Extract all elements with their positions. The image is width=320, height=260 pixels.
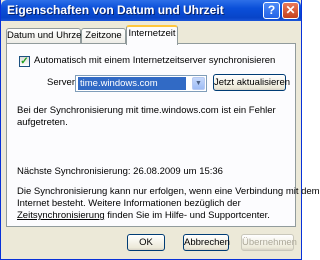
- info-line2: Internet besteht. Weitere Informationen …: [17, 198, 241, 209]
- auto-sync-checkbox[interactable]: ✓: [19, 56, 30, 67]
- ok-button[interactable]: OK: [127, 234, 165, 251]
- server-label: Server:: [47, 77, 78, 88]
- server-combobox[interactable]: time.windows.com ▼: [75, 75, 207, 92]
- tab-internet-time[interactable]: Internetzeit: [126, 25, 178, 45]
- tab-strip: Datum und Uhrzeit Zeitzone Internetzeit: [6, 25, 298, 45]
- cancel-button[interactable]: Abbrechen: [183, 234, 230, 251]
- info-line1: Die Synchronisierung kann nur erfolgen, …: [17, 186, 320, 197]
- next-sync-text: Nächste Synchronisierung: 26.08.2009 um …: [17, 166, 223, 177]
- dialog-window: Eigenschaften von Datum und Uhrzeit ? ✕ …: [0, 0, 320, 260]
- internet-time-panel: ✓ Automatisch mit einem Internetzeitserv…: [6, 43, 320, 227]
- error-message-line2: aufgetreten.: [17, 117, 68, 128]
- tab-time-zone[interactable]: Zeitzone: [81, 28, 126, 44]
- info-line3: Zeitsynchronisierung finden Sie im Hilfe…: [17, 210, 270, 221]
- error-message-line1: Bei der Synchronisierung mit time.window…: [17, 105, 276, 116]
- title-bar[interactable]: Eigenschaften von Datum und Uhrzeit ? ✕: [1, 0, 301, 21]
- apply-button[interactable]: Übernehmen: [241, 234, 297, 251]
- close-button[interactable]: ✕: [282, 2, 299, 19]
- auto-sync-label: Automatisch mit einem Internetzeitserver…: [34, 55, 276, 66]
- time-sync-help-link[interactable]: Zeitsynchronisierung: [17, 210, 105, 221]
- checkmark-icon: ✓: [20, 56, 29, 67]
- help-button[interactable]: ?: [263, 2, 280, 19]
- tab-date-time[interactable]: Datum und Uhrzeit: [6, 28, 86, 44]
- dropdown-arrow-icon[interactable]: ▼: [192, 77, 205, 90]
- update-now-button[interactable]: Jetzt aktualisieren: [213, 74, 290, 91]
- server-value: time.windows.com: [78, 77, 186, 90]
- window-title: Eigenschaften von Datum und Uhrzeit: [7, 3, 224, 17]
- info-line3-rest: finden Sie im Hilfe- und Supportcenter.: [104, 210, 270, 221]
